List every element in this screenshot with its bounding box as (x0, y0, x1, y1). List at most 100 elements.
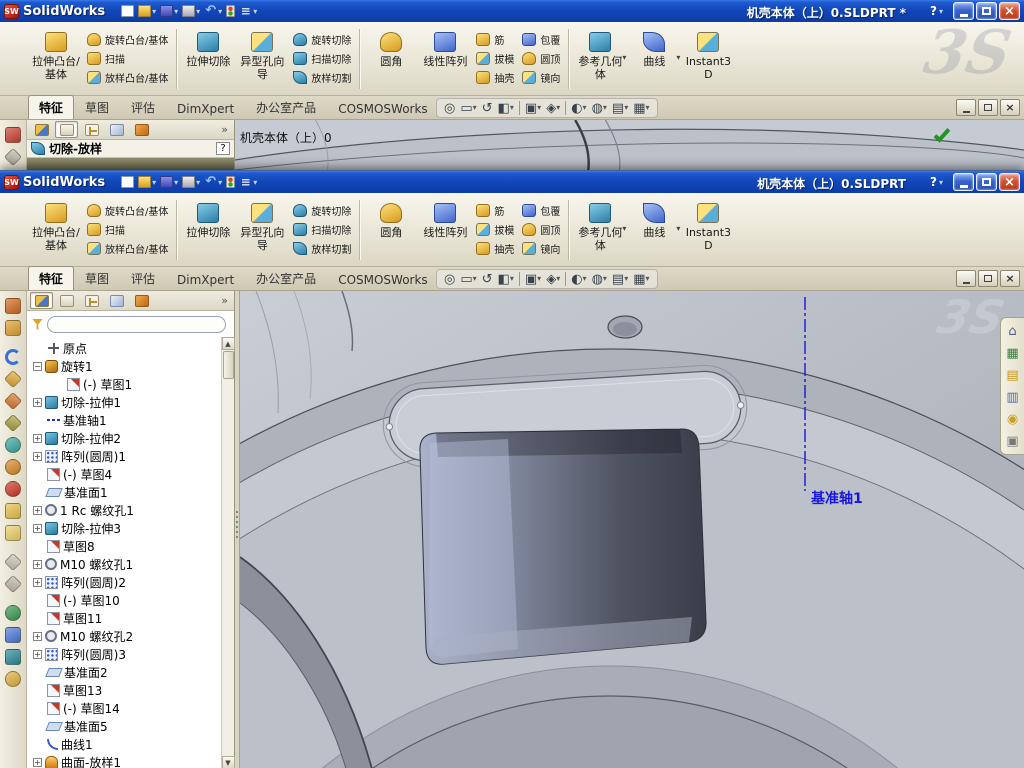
titlebar[interactable]: SW SolidWorks ▾ ▾ ▾ ↶ ▾ ≡ ▾ 机壳本体（上）0.SLDPRT * … (0, 0, 1024, 22)
print-button[interactable]: ▾ (182, 5, 200, 17)
helix-tool-button[interactable] (5, 459, 21, 475)
options-button[interactable]: ≡ ▾ (239, 5, 258, 17)
tree-scrollbar[interactable]: ▲ ▼ (221, 337, 235, 768)
file-explorer-button[interactable]: ▤ (1004, 366, 1022, 384)
document-minimize-button[interactable] (956, 99, 976, 116)
loft-cut-button[interactable]: 放样切割 (290, 240, 354, 257)
rib-button[interactable]: 筋 (473, 202, 517, 219)
ghost-a-tool-button[interactable] (3, 552, 23, 572)
dome-button[interactable]: 圆顶 (519, 221, 563, 238)
tree-item[interactable]: (-) 草图4 (27, 465, 234, 483)
extrude-boss-button[interactable]: 拉伸凸台/基体 (30, 197, 82, 263)
propertymanager-tab[interactable] (55, 121, 78, 138)
mirror-button[interactable]: 镜向 (519, 240, 563, 257)
view-settings-button[interactable]: ▦ ▾ (631, 273, 651, 286)
revolve-cut-button[interactable]: 旋转切除 (290, 31, 354, 48)
tree-item[interactable]: (-) 草图14 (27, 699, 234, 717)
dropdown-arrow-icon[interactable]: ▾ (253, 7, 257, 16)
extrude-boss-button[interactable]: 拉伸凸台/基体 (30, 26, 82, 92)
command-tab-4[interactable]: DimXpert (166, 98, 245, 119)
revolve-boss-button[interactable]: 旋转凸台/基体 (84, 202, 171, 219)
section-view-button[interactable]: ◧ ▾ (496, 102, 516, 115)
titlebar[interactable]: SW SolidWorks ▾ ▾ ▾ ↶ ▾ ≡ ▾ 机壳本体（上）0.SLDPRT ? ▾… (0, 171, 1024, 193)
tree-item[interactable]: 原点 (27, 339, 234, 357)
dropdown-arrow-icon[interactable]: ▾ (218, 7, 222, 16)
previous-view-button[interactable]: ↺ (480, 102, 495, 115)
zoom-area-button[interactable]: ▭ ▾ (458, 273, 478, 286)
command-tab-5[interactable]: 办公室产品 (245, 266, 327, 290)
rebuild-button[interactable] (226, 5, 236, 17)
tree-item[interactable]: + 阵列(圆周)2 (27, 573, 234, 591)
mirror-button[interactable]: 镜向 (519, 69, 563, 86)
dropdown-arrow-icon[interactable]: ▾ (152, 7, 156, 16)
tree-item[interactable]: 草图13 (27, 681, 234, 699)
expander-plus-icon[interactable]: + (33, 577, 42, 587)
dropdown-arrow-icon[interactable]: ▾ (646, 275, 650, 283)
rhombus-olive-tool-button[interactable] (3, 413, 23, 433)
linear-pattern-button[interactable]: 线性阵列 (419, 26, 471, 92)
command-tab-6[interactable]: COSMOSWorks (327, 269, 439, 290)
reference-geometry-button[interactable]: 参考几何体 ▾ (574, 197, 626, 263)
open-button[interactable]: ▾ (138, 176, 156, 188)
tree-item[interactable]: + M10 螺纹孔1 (27, 555, 234, 573)
appearances-button[interactable]: ◉ (1004, 410, 1022, 428)
tree-item[interactable]: 草图11 (27, 609, 234, 627)
feature-filter-input[interactable] (47, 315, 226, 333)
tree-item[interactable]: + 切除-拉伸2 (27, 429, 234, 447)
dropdown-arrow-icon[interactable]: ▾ (537, 104, 541, 112)
dropdown-arrow-icon[interactable]: ▾ (218, 178, 222, 187)
draft-button[interactable]: 拔模 (473, 221, 517, 238)
document-close-button[interactable]: × (1000, 270, 1020, 287)
dropdown-arrow-icon[interactable]: ▾ (473, 275, 477, 283)
hole-wizard-button[interactable]: 异型孔向导 (236, 197, 288, 263)
dropdown-arrow-icon[interactable]: ▾ (152, 178, 156, 187)
dome-button[interactable]: 圆顶 (519, 50, 563, 67)
instant3d-button[interactable]: Instant3D (682, 26, 734, 92)
dimxpertmanager-tab[interactable] (105, 292, 128, 309)
expander-plus-icon[interactable]: + (33, 451, 42, 461)
ellipse-tool-button[interactable] (5, 671, 21, 687)
arc-tool-button[interactable] (5, 349, 21, 365)
dimxpertmanager-tab[interactable] (105, 121, 128, 138)
dropdown-arrow-icon[interactable]: ▾ (510, 104, 514, 112)
linear-pattern-button[interactable]: 线性阵列 (419, 197, 471, 263)
dropdown-arrow-icon[interactable]: ▾ (196, 178, 200, 187)
command-tab-2[interactable]: 草图 (74, 95, 120, 119)
apply-scene-button[interactable]: ▤ ▾ (610, 273, 630, 286)
revolve-boss-button[interactable]: 旋转凸台/基体 (84, 31, 171, 48)
panel-tabs-overflow-button[interactable]: » (221, 294, 231, 307)
revolve-cut-button[interactable]: 旋转切除 (290, 202, 354, 219)
tree-item[interactable]: 基准面2 (27, 663, 234, 681)
tree-item[interactable]: + 切除-拉伸3 (27, 519, 234, 537)
propertymanager-tab[interactable] (55, 292, 78, 309)
expander-plus-icon[interactable]: + (33, 757, 42, 767)
expander-plus-icon[interactable]: + (33, 559, 42, 569)
zoom-area-button[interactable]: ▭ ▾ (458, 102, 478, 115)
smart-dimension-tool-button[interactable] (5, 320, 21, 336)
close-button[interactable]: × (999, 2, 1020, 20)
dropdown-arrow-icon[interactable]: ▾ (622, 53, 626, 62)
command-tab-3[interactable]: 评估 (120, 95, 166, 119)
tree-item[interactable]: (-) 草图10 (27, 591, 234, 609)
extrude-cut-button[interactable]: 拉伸切除 (182, 26, 234, 92)
new-button[interactable] (121, 5, 135, 17)
cylinder-tool-button[interactable] (5, 437, 21, 453)
fillet-button[interactable]: 圆角 (365, 197, 417, 263)
loft-boss-button[interactable]: 放样凸台/基体 (84, 69, 171, 86)
dropdown-arrow-icon[interactable]: ▾ (510, 275, 514, 283)
wrap-button[interactable]: 包覆 (519, 31, 563, 48)
dropdown-arrow-icon[interactable]: ▾ (556, 275, 560, 283)
ghost-b-tool-button[interactable] (3, 574, 23, 594)
edit-appearance-button[interactable]: ◍ ▾ (590, 273, 609, 286)
dropdown-arrow-icon[interactable]: ▾ (622, 224, 626, 233)
scroll-up-button[interactable]: ▲ (221, 337, 235, 350)
dropdown-arrow-icon[interactable]: ▾ (583, 275, 587, 283)
expander-plus-icon[interactable]: + (33, 649, 42, 659)
zoom-fit-button[interactable]: ◎ (442, 273, 457, 286)
panel-tabs-overflow-button[interactable]: » (221, 123, 231, 136)
tree-item[interactable]: 基准轴1 (27, 411, 234, 429)
dropdown-arrow-icon[interactable]: ▾ (676, 53, 680, 62)
tree-item[interactable]: 草图8 (27, 537, 234, 555)
hole-wizard-button[interactable]: 异型孔向导 (236, 26, 288, 92)
tree-item[interactable]: (-) 草图1 (27, 375, 234, 393)
